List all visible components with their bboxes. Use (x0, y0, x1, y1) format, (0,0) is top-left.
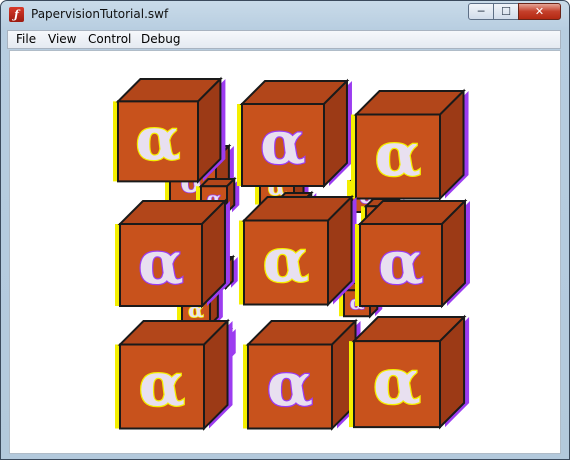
application-window: ƒ PapervisionTutorial.swf ─ ☐ ✕ File Vie… (0, 0, 570, 460)
alpha-cube: α (115, 318, 233, 431)
alpha-glyph: α (375, 120, 421, 190)
maximize-button[interactable]: ☐ (493, 3, 519, 20)
alpha-glyph: α (373, 345, 421, 418)
title-bar[interactable]: ƒ PapervisionTutorial.swf ─ ☐ ✕ (1, 1, 569, 29)
alpha-glyph: α (138, 228, 183, 297)
menu-bar: File View Control Debug (7, 30, 561, 49)
alpha-cube: α (349, 314, 470, 430)
alpha-glyph: α (139, 350, 185, 420)
menu-file[interactable]: File (16, 32, 36, 46)
alpha-glyph: α (267, 350, 313, 420)
close-icon: ✕ (534, 5, 545, 18)
alpha-cube: α (115, 198, 230, 309)
minimize-icon: ─ (477, 5, 485, 18)
cube-grid-scene: αααααααααααααααααααααααα (113, 76, 470, 431)
flash-app-icon: ƒ (9, 7, 24, 22)
alpha-glyph: α (260, 108, 305, 177)
menu-control[interactable]: Control (88, 32, 131, 46)
alpha-cube: α (239, 194, 357, 307)
menu-view[interactable]: View (48, 32, 76, 46)
alpha-glyph: α (136, 105, 181, 173)
alpha-cube: α (243, 318, 361, 431)
alpha-cube: α (237, 78, 352, 189)
alpha-cube: α (113, 76, 226, 184)
window-title: PapervisionTutorial.swf (31, 7, 169, 21)
menu-debug[interactable]: Debug (141, 32, 180, 46)
alpha-cube: α (351, 88, 469, 201)
close-button[interactable]: ✕ (518, 3, 561, 20)
alpha-glyph: α (378, 228, 423, 297)
minimize-button[interactable]: ─ (468, 3, 494, 20)
flash-stage[interactable]: αααααααααααααααααααααααα (9, 50, 561, 454)
maximize-icon: ☐ (501, 5, 511, 18)
alpha-cube: α (355, 198, 470, 309)
alpha-glyph: α (263, 226, 309, 296)
